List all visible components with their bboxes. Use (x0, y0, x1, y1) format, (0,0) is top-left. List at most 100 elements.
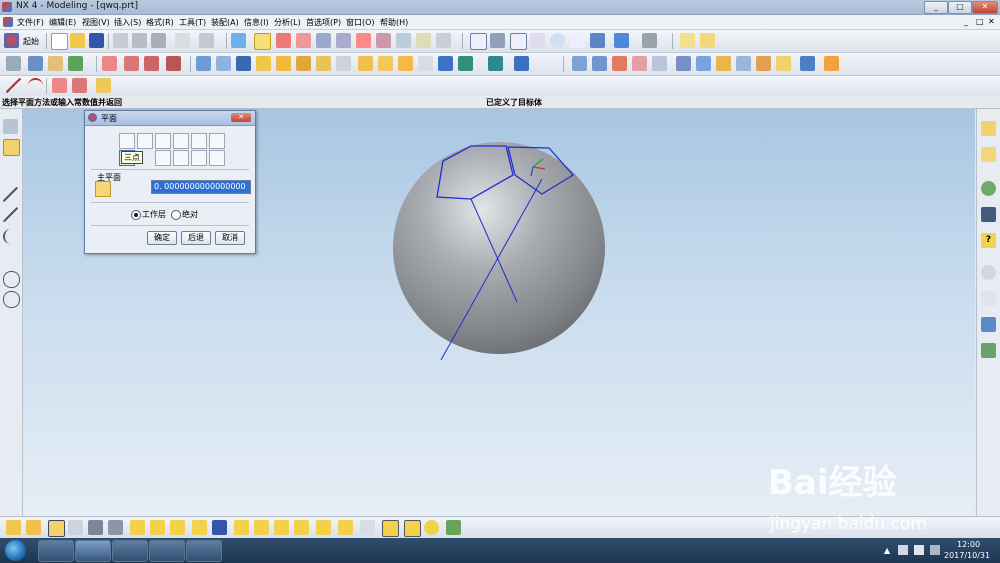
unite-icon[interactable] (438, 56, 453, 71)
filter-down-icon[interactable] (446, 520, 461, 535)
draft-icon[interactable] (632, 56, 647, 71)
plane-method-point-direction-icon[interactable] (119, 133, 135, 149)
palm-icon[interactable] (48, 56, 63, 71)
csys-set-icon[interactable] (376, 33, 391, 48)
line-icon[interactable] (6, 78, 21, 93)
tray-network-icon[interactable] (898, 545, 908, 555)
bridge-icon[interactable] (824, 56, 839, 71)
csys-more-icon[interactable] (436, 33, 451, 48)
tray-up-icon[interactable]: ▲ (884, 546, 890, 555)
task-presentation-icon[interactable] (112, 540, 148, 562)
assembly-navigator-icon[interactable] (981, 121, 996, 136)
snap-on-curve-icon[interactable] (338, 520, 353, 535)
sew-icon[interactable] (756, 56, 771, 71)
doc-close-button[interactable]: ✕ (988, 17, 995, 26)
start-orb-icon[interactable] (5, 540, 26, 561)
plane-method-angle-icon[interactable] (191, 133, 207, 149)
spline-icon[interactable] (52, 78, 67, 93)
zoom-window-icon[interactable] (490, 33, 505, 48)
split-body-icon[interactable] (800, 56, 815, 71)
chamfer-icon[interactable] (592, 56, 607, 71)
menu-view[interactable]: 视图(V) (82, 17, 110, 28)
web-browser-icon[interactable] (981, 181, 996, 196)
view-right-icon[interactable] (404, 520, 421, 537)
circle-center-icon[interactable] (3, 271, 20, 288)
shell-icon[interactable] (612, 56, 627, 71)
open-folder-icon[interactable] (70, 33, 85, 48)
menu-insert[interactable]: 插入(S) (114, 17, 141, 28)
task-nx2-icon[interactable] (75, 540, 111, 562)
revolve-icon[interactable] (216, 56, 231, 71)
csys-xc-icon[interactable] (336, 33, 351, 48)
radio-work-layer[interactable] (131, 210, 141, 220)
sphere-body[interactable] (393, 142, 605, 354)
snap-arc-icon[interactable] (294, 520, 309, 535)
cone-icon[interactable] (276, 56, 291, 71)
arc-icon[interactable] (28, 78, 43, 91)
menu-assembly[interactable]: 装配(A) (211, 17, 239, 28)
dialog-close-button[interactable]: ✕ (231, 113, 251, 122)
offset-curve-icon[interactable] (72, 78, 87, 93)
snap-point-icon[interactable] (234, 520, 249, 535)
curve-tool-3-icon[interactable] (144, 56, 159, 71)
snap-quadrant-icon[interactable] (192, 520, 207, 535)
render-style-icon[interactable] (590, 33, 605, 48)
plane-method-point-normal-icon[interactable] (209, 150, 225, 166)
project-curve-icon[interactable] (96, 78, 111, 93)
cut-icon[interactable] (113, 33, 128, 48)
history-icon[interactable] (981, 265, 996, 280)
zoom-icon[interactable] (510, 33, 527, 50)
clock-date[interactable]: 2017/10/31 (944, 551, 990, 560)
measure-angle-icon[interactable] (700, 33, 715, 48)
plane-method-tangent-icon[interactable] (173, 133, 189, 149)
select-4-icon[interactable] (68, 520, 83, 535)
tray-volume-icon[interactable] (914, 545, 924, 555)
select-1-icon[interactable] (6, 520, 21, 535)
plane-method-offset-icon[interactable] (209, 133, 225, 149)
copy-icon[interactable] (132, 33, 147, 48)
minimize-button[interactable]: _ (924, 1, 948, 14)
menu-preferences[interactable]: 首选项(P) (306, 17, 341, 28)
csys-save-icon[interactable] (396, 33, 411, 48)
rotate-view-icon[interactable] (550, 33, 565, 48)
task-window-icon[interactable] (186, 540, 222, 562)
ok-button[interactable]: 确定 (147, 231, 177, 245)
groove-icon[interactable] (418, 56, 433, 71)
slot-icon[interactable] (398, 56, 413, 71)
cube-view-icon[interactable] (614, 33, 629, 48)
tray-extra-icon[interactable] (930, 545, 940, 555)
clock-time[interactable]: 12:00 (957, 540, 980, 549)
maximize-button[interactable]: □ (948, 1, 972, 14)
trim-body-icon[interactable] (514, 56, 529, 71)
roles-icon[interactable] (981, 343, 996, 358)
menu-file[interactable]: 文件(F) (17, 17, 44, 28)
cancel-button[interactable]: 取消 (215, 231, 245, 245)
sketch-mode-icon[interactable] (3, 119, 18, 134)
point-constructor-icon[interactable] (254, 33, 271, 50)
curve-tool-1-icon[interactable] (102, 56, 117, 71)
menu-info[interactable]: 信息(I) (244, 17, 269, 28)
fit-icon[interactable] (470, 33, 487, 50)
magnifier-icon[interactable] (530, 33, 545, 48)
boss-icon[interactable] (336, 56, 351, 71)
snap-mid-icon[interactable] (150, 520, 165, 535)
snap-existing-icon[interactable] (274, 520, 289, 535)
arc-tool-icon[interactable] (3, 229, 15, 244)
mirror-icon[interactable] (716, 56, 731, 71)
select-5-icon[interactable] (88, 520, 103, 535)
sketch-icon[interactable] (6, 56, 21, 71)
measure-distance-icon[interactable] (680, 33, 695, 48)
cross-icon[interactable] (3, 311, 18, 326)
circle-icon[interactable] (3, 291, 20, 308)
block-icon[interactable] (236, 56, 251, 71)
sphere-tool-icon[interactable] (296, 56, 311, 71)
curve-tool-2-icon[interactable] (124, 56, 139, 71)
plane-zx-icon[interactable] (129, 184, 141, 196)
menu-edit[interactable]: 编辑(E) (49, 17, 76, 28)
wcs-icon[interactable] (231, 33, 246, 48)
intersect-icon[interactable] (488, 56, 503, 71)
doc-restore-button[interactable]: □ (976, 17, 984, 26)
process-studio-icon[interactable] (981, 317, 996, 332)
task-explorer-icon[interactable] (149, 540, 185, 562)
line-tool-2-icon[interactable] (3, 207, 18, 222)
